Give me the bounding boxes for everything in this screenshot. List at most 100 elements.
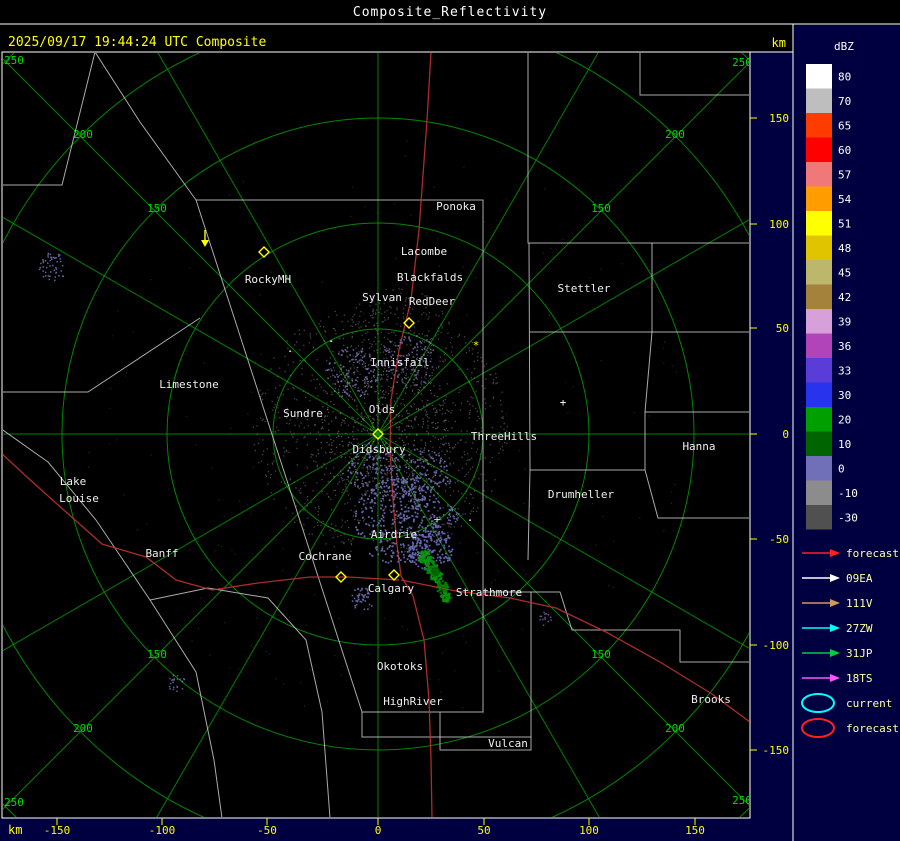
dbz-band-swatch [806,284,832,309]
city-label: Lake [60,475,87,488]
city-label: Sylvan [362,291,402,304]
bottom-axis-label: -50 [257,824,277,837]
city-label: Lacombe [401,245,447,258]
right-axis-label: 150 [769,112,789,125]
legend-label: 27ZW [846,622,873,635]
range-distance-label: 200 [665,722,685,735]
range-distance-label: 250 [732,56,752,69]
point-marker-icon: · [467,514,474,527]
dbz-band-value: 39 [838,315,851,328]
window-title: Composite_Reflectivity [353,5,547,20]
dbz-band-value: -10 [838,487,858,500]
city-label: RedDeer [409,295,456,308]
dbz-band-swatch [806,505,832,530]
dbz-band-value: 60 [838,144,851,157]
legend-label: current [846,697,892,710]
right-axis-label: 0 [782,428,789,441]
bottom-axis-label: 150 [685,824,705,837]
dbz-band-swatch [806,211,832,236]
city-label: ThreeHills [471,430,537,443]
city-label: Drumheller [548,488,615,501]
radar-app-window: Composite_Reflectivity 2025/09/17 19:44:… [0,0,900,841]
dbz-band-swatch [806,407,832,432]
range-distance-label: 250 [732,794,752,807]
dbz-band-swatch [806,64,832,89]
dbz-band-swatch [806,88,832,113]
legend-label: 09EA [846,572,873,585]
point-marker-icon: + [434,513,441,526]
dbz-band-swatch [806,235,832,260]
legend-label: 18TS [846,672,873,685]
dbz-band-value: 20 [838,413,851,426]
dbz-band-swatch [806,186,832,211]
dbz-band-swatch [806,333,832,358]
city-label: Hanna [682,440,715,453]
unit-label-top: km [772,36,786,50]
city-label: Banff [145,547,178,560]
dbz-band-value: 48 [838,242,851,255]
city-label: Cochrane [299,550,352,563]
range-distance-label: 150 [147,202,167,215]
legend-label: forecast [846,722,899,735]
right-axis-label: -150 [763,744,790,757]
dbz-band-swatch [806,113,832,138]
range-distance-label: 200 [665,128,685,141]
dbz-band-swatch [806,260,832,285]
range-distance-label: 250 [4,796,24,809]
city-label: Stettler [558,282,611,295]
dbz-band-value: 0 [838,462,845,475]
legend-label: forecast [846,547,899,560]
dbz-band-value: 33 [838,364,851,377]
point-marker-icon: · [287,345,294,358]
dbz-band-value: 57 [838,168,851,181]
bottom-axis-label: -100 [149,824,176,837]
timestamp: 2025/09/17 19:44:24 UTC Composite [8,35,266,50]
dbz-band-swatch [806,162,832,187]
city-label: Innisfail [370,356,430,369]
city-label: Blackfalds [397,271,463,284]
dbz-band-swatch [806,137,832,162]
city-label: Didsbury [353,443,406,456]
point-marker-icon: + [560,396,567,409]
dbz-band-swatch [806,480,832,505]
dbz-band-swatch [806,358,832,383]
city-label: Ponoka [436,200,476,213]
dbz-band-value: 70 [838,95,851,108]
bottom-axis-label: 0 [375,824,382,837]
legend-label: 111V [846,597,873,610]
dbz-band-value: 30 [838,389,851,402]
city-label: Vulcan [488,737,528,750]
unit-label-bottom: km [8,823,22,837]
dbz-band-value: 36 [838,340,851,353]
point-marker-icon: * [473,339,480,352]
range-distance-label: 150 [147,648,167,661]
bottom-axis-label: -150 [44,824,71,837]
dbz-band-value: 42 [838,291,851,304]
dbz-band-swatch [806,382,832,407]
bottom-axis-label: 50 [477,824,490,837]
city-label: Limestone [159,378,219,391]
dbz-band-value: 51 [838,217,851,230]
right-axis-label: 100 [769,218,789,231]
city-label: Louise [59,492,99,505]
radar-display: Composite_Reflectivity 2025/09/17 19:44:… [0,0,900,841]
dbz-band-value: 65 [838,119,851,132]
legend-label: 31JP [846,647,873,660]
city-label: Olds [369,403,396,416]
dbz-band-swatch [806,431,832,456]
city-label: Brooks [691,693,731,706]
dbz-band-value: 45 [838,266,851,279]
point-marker-icon: · [328,335,335,348]
city-label: Calgary [368,582,415,595]
city-label: Strathmore [456,586,522,599]
bottom-axis-panel [0,818,793,841]
right-axis-label: 50 [776,322,789,335]
city-label: RockyMH [245,273,291,286]
dbz-band-value: 80 [838,70,851,83]
bottom-axis-label: 100 [579,824,599,837]
city-label: Sundre [283,407,323,420]
range-distance-label: 200 [73,722,93,735]
city-label: Airdrie [371,528,417,541]
range-distance-label: 150 [591,202,611,215]
dbz-band-value: -30 [838,511,858,524]
